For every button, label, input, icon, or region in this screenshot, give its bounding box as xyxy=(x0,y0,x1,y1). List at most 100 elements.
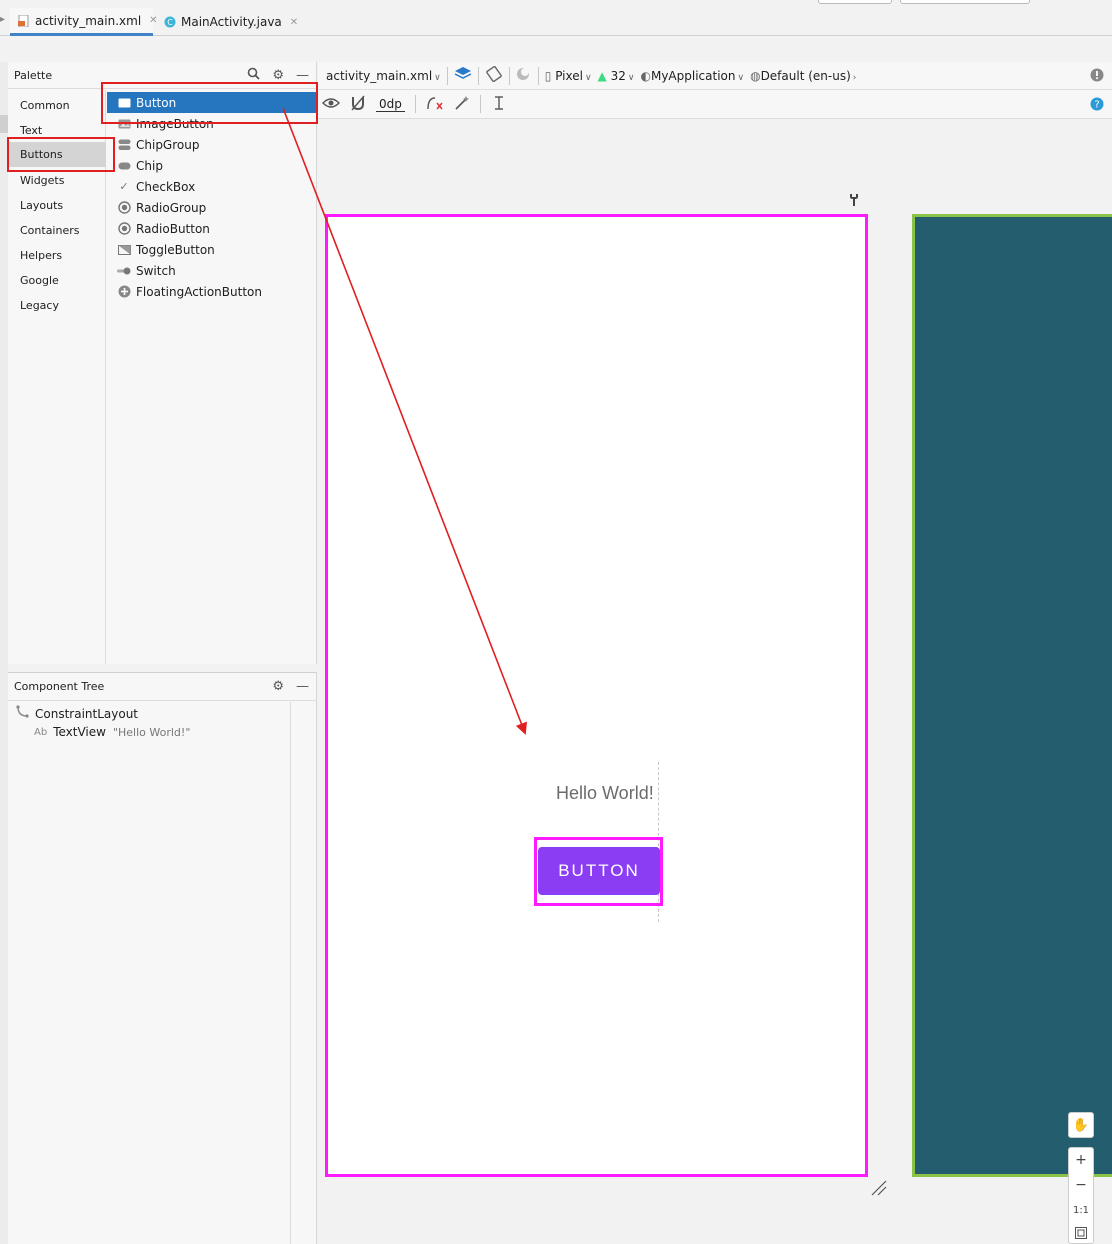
minimize-icon[interactable]: — xyxy=(296,68,309,83)
component-tree-body: ConstraintLayout Ab TextView "Hello Worl… xyxy=(8,702,291,1244)
palette-items: Button ImageButton ChipGroup Chip ✓ Chec… xyxy=(107,90,317,664)
toolbar-divider xyxy=(508,66,510,85)
night-mode-icon[interactable] xyxy=(516,66,532,85)
fab-icon xyxy=(117,285,131,299)
tab-activity-main[interactable]: activity_main.xml ✕ xyxy=(10,8,158,36)
tab-main-activity[interactable]: C MainActivity.java ✕ xyxy=(156,8,298,36)
tree-item-constraintlayout[interactable]: ConstraintLayout xyxy=(16,705,138,722)
zoom-actual-size-button[interactable]: 1:1 xyxy=(1069,1198,1093,1222)
palette-item-radiobutton[interactable]: RadioButton xyxy=(107,218,317,239)
palette-item-chip[interactable]: Chip xyxy=(107,155,317,176)
constraint-layout-icon xyxy=(16,705,30,722)
category-layouts[interactable]: Layouts xyxy=(8,193,106,218)
help-icon[interactable]: ? xyxy=(1090,97,1104,114)
chip-icon xyxy=(117,159,131,173)
category-helpers[interactable]: Helpers xyxy=(8,243,106,268)
align-icon[interactable] xyxy=(491,95,507,114)
palette-item-checkbox[interactable]: ✓ CheckBox xyxy=(107,176,317,197)
minimize-icon[interactable]: — xyxy=(296,679,309,694)
theme-label: MyApplication xyxy=(650,68,736,83)
toolbar-divider xyxy=(477,66,479,85)
close-icon[interactable]: ✕ xyxy=(290,17,298,28)
radio-button-icon xyxy=(117,222,131,236)
component-tree-header: Component Tree ⚙ — xyxy=(8,673,317,701)
warning-icon[interactable] xyxy=(1090,68,1104,85)
palette-title: Palette xyxy=(14,68,53,82)
left-tool-marker[interactable] xyxy=(0,115,8,133)
component-tree-title: Component Tree xyxy=(14,680,105,693)
palette-item-label: Switch xyxy=(136,263,176,278)
category-google[interactable]: Google xyxy=(8,268,106,293)
dropped-button[interactable]: BUTTON xyxy=(538,847,660,895)
wrench-icon[interactable] xyxy=(849,193,859,211)
locale-label: Default (en-us) xyxy=(760,68,851,83)
pan-hand-icon[interactable]: ✋ xyxy=(1068,1112,1094,1138)
category-common[interactable]: Common xyxy=(8,93,106,118)
eye-icon[interactable] xyxy=(322,96,340,113)
palette-item-label: RadioGroup xyxy=(136,200,207,215)
globe-icon: ◍ xyxy=(750,68,761,83)
device-selector[interactable]: ▯ Pixel ∨ xyxy=(545,69,592,83)
tab-strip xyxy=(8,36,1112,62)
theme-icon: ◐ xyxy=(640,68,651,83)
xml-file-icon xyxy=(18,14,30,27)
locale-selector[interactable]: ◍Default (en-us) › xyxy=(750,69,856,83)
component-tree-panel: Component Tree ⚙ — ConstraintLayout Ab T… xyxy=(8,672,317,1244)
category-containers[interactable]: Containers xyxy=(8,218,106,243)
palette-item-label: CheckBox xyxy=(136,179,196,194)
toolbar-divider xyxy=(414,95,416,113)
tab-label: activity_main.xml xyxy=(35,13,142,28)
svg-text:?: ? xyxy=(1094,100,1099,111)
api-label: 32 xyxy=(610,68,626,83)
checkbox-icon: ✓ xyxy=(119,180,129,193)
tab-scroll-icon[interactable]: ▸ xyxy=(0,14,5,25)
textview-icon: Ab xyxy=(34,726,48,738)
theme-selector[interactable]: ◐MyApplication ∨ xyxy=(640,69,744,83)
palette-item-label: Chip xyxy=(136,158,163,173)
palette-item-label: ToggleButton xyxy=(136,242,215,257)
design-toolbar-top: activity_main.xml ∨ ▯ Pixel ∨ ▲ 32 ∨ ◐MyApp… xyxy=(318,62,1112,90)
file-selector[interactable]: activity_main.xml ∨ xyxy=(326,69,441,83)
chevron-down-icon: ∨ xyxy=(434,72,441,83)
palette-item-radiogroup[interactable]: RadioGroup xyxy=(107,197,317,218)
blueprint-surface[interactable] xyxy=(912,214,1112,1177)
annotation-highlight-buttons-category xyxy=(7,137,115,172)
toolbar-divider xyxy=(446,66,448,85)
toggle-button-icon xyxy=(117,243,131,257)
palette-item-togglebutton[interactable]: ToggleButton xyxy=(107,239,317,260)
gear-icon[interactable]: ⚙ xyxy=(272,68,284,83)
category-legacy[interactable]: Legacy xyxy=(8,293,106,318)
zoom-out-button[interactable]: − xyxy=(1069,1173,1093,1197)
palette-item-chipgroup[interactable]: ChipGroup xyxy=(107,134,317,155)
top-box-2 xyxy=(900,0,1030,4)
infer-constraints-icon[interactable] xyxy=(454,95,470,114)
zoom-fit-icon[interactable] xyxy=(1069,1221,1093,1244)
editor-tab-bar: ▸ activity_main.xml ✕ C MainActivity.jav… xyxy=(0,0,1112,36)
magnet-icon[interactable] xyxy=(350,95,366,114)
svg-text:C: C xyxy=(167,18,173,27)
resize-handle-icon[interactable] xyxy=(870,1179,888,1197)
palette-item-label: RadioButton xyxy=(136,221,210,236)
palette-item-label: ChipGroup xyxy=(136,137,200,152)
default-margin-value[interactable]: 0dp xyxy=(376,97,405,112)
orientation-icon[interactable] xyxy=(485,65,503,85)
radio-group-icon xyxy=(117,201,131,215)
design-canvas[interactable]: Hello World! BUTTON ✋ + − 1:1 xyxy=(318,119,1112,1244)
chevron-down-icon: ∨ xyxy=(584,72,592,83)
gear-icon[interactable]: ⚙ xyxy=(272,679,284,694)
device-label: Pixel xyxy=(555,68,583,83)
tree-item-textview[interactable]: Ab TextView "Hello World!" xyxy=(34,725,190,739)
zoom-in-button[interactable]: + xyxy=(1069,1148,1093,1172)
design-surface[interactable]: Hello World! BUTTON xyxy=(325,214,868,1177)
layers-icon[interactable] xyxy=(454,66,472,85)
switch-icon xyxy=(117,264,131,278)
annotation-highlight-button-item xyxy=(101,82,318,124)
hello-world-textview[interactable]: Hello World! xyxy=(556,783,654,804)
clear-constraints-icon[interactable] xyxy=(426,95,444,114)
zoom-controls: + − 1:1 xyxy=(1068,1147,1094,1244)
chevron-down-icon: ∨ xyxy=(737,72,745,83)
android-icon: ▲ xyxy=(597,68,607,83)
palette-item-fab[interactable]: FloatingActionButton xyxy=(107,281,317,302)
palette-item-switch[interactable]: Switch xyxy=(107,260,317,281)
api-selector[interactable]: ▲ 32 ∨ xyxy=(598,69,635,83)
